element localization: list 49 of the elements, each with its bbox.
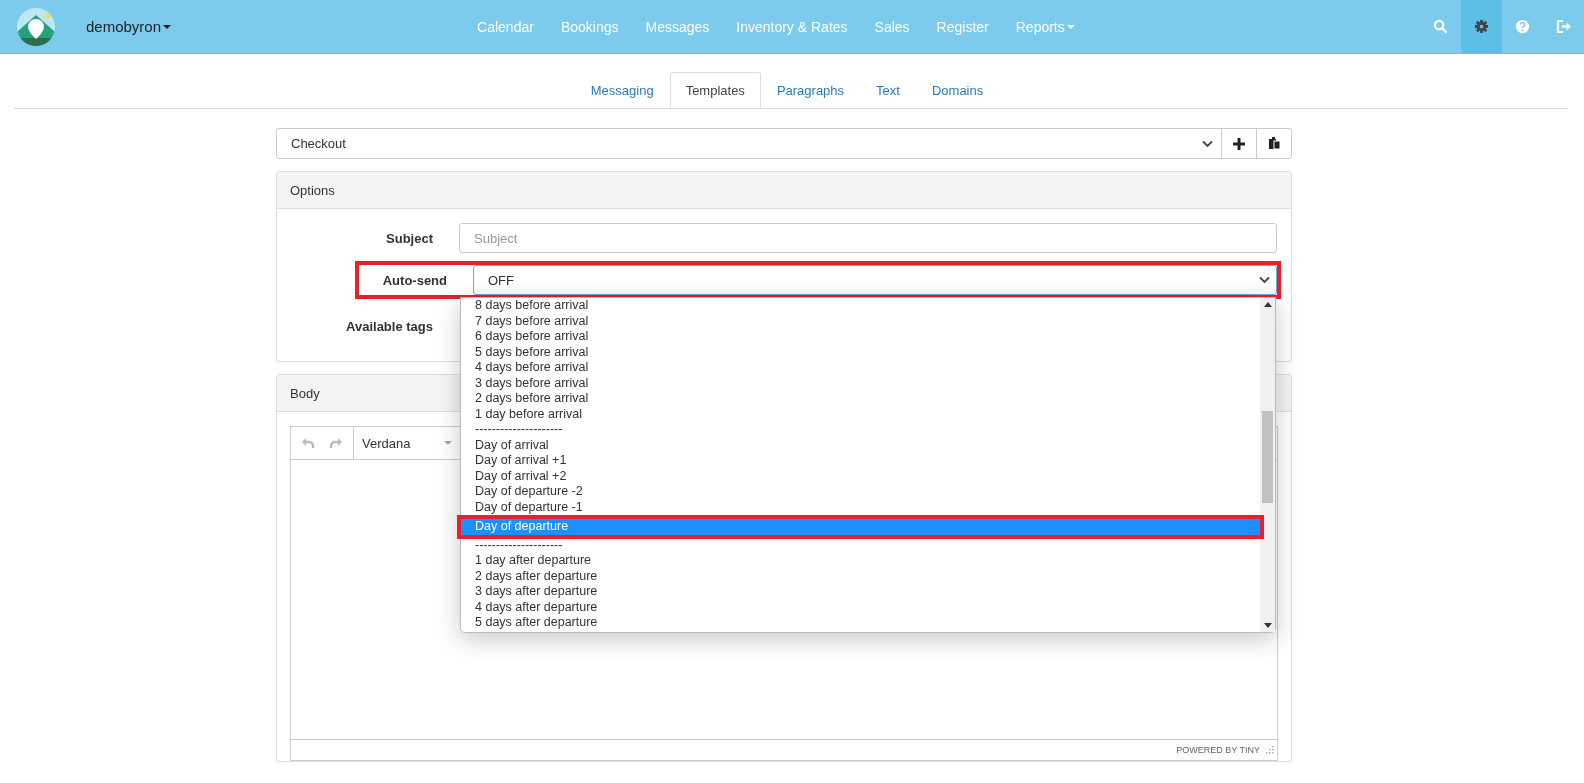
dropdown-option[interactable]: --------------------- xyxy=(461,422,1260,438)
dropdown-option[interactable]: Day of arrival +1 xyxy=(461,453,1260,469)
dropdown-option[interactable]: 4 days before arrival xyxy=(461,360,1260,376)
panel-title: Body xyxy=(290,385,320,401)
scroll-up-icon[interactable] xyxy=(1263,302,1272,307)
dropdown-option[interactable]: Day of arrival +2 xyxy=(461,468,1260,484)
tab[interactable]: Text xyxy=(860,72,916,108)
chevron-icon xyxy=(1259,276,1270,284)
dropdown-option[interactable]: 1 day after departure xyxy=(461,553,1260,569)
dropdown-option[interactable]: 1 day before arrival xyxy=(461,406,1260,422)
dropdown-option[interactable]: Day of departure -2 xyxy=(461,484,1260,500)
dropdown-option[interactable]: Day of arrival xyxy=(461,437,1260,453)
dropdown-option[interactable]: 2 days before arrival xyxy=(461,391,1260,407)
dropdown-option[interactable]: Day of departure -1 xyxy=(461,499,1260,515)
scrollbar-thumb[interactable] xyxy=(1262,411,1273,503)
dropdown-option[interactable]: 5 days before arrival xyxy=(461,344,1260,360)
tab[interactable]: Templates xyxy=(669,72,761,108)
gear-icon xyxy=(1474,19,1489,34)
scrollbar[interactable] xyxy=(1260,298,1275,632)
tab[interactable]: Messaging xyxy=(574,72,670,108)
help-icon xyxy=(1515,19,1530,34)
subject-field[interactable]: Subject xyxy=(459,223,1277,253)
dropdown-option[interactable]: 3 days before arrival xyxy=(461,375,1260,391)
auto-send-select[interactable]: OFF xyxy=(473,265,1277,295)
tab[interactable]: Paragraphs xyxy=(760,72,861,108)
dropdown-option[interactable]: --------------------- xyxy=(461,537,1260,553)
dropdown-option[interactable]: 2 days after departure xyxy=(461,568,1260,584)
account-menu[interactable]: demobyron xyxy=(86,18,172,35)
font-select[interactable]: Verdana xyxy=(354,427,458,459)
dropdown-option[interactable]: 7 days before arrival xyxy=(461,313,1260,329)
field-label: Available tags xyxy=(345,318,434,334)
dropdown-option[interactable]: 5 days after departure xyxy=(461,615,1260,631)
settings-button[interactable] xyxy=(1461,0,1502,53)
caret-icon xyxy=(1066,24,1075,29)
resize-handle-icon[interactable] xyxy=(1266,746,1274,754)
search-icon xyxy=(1433,19,1448,34)
tab[interactable]: Domains xyxy=(915,72,1000,108)
logout-icon xyxy=(1555,19,1572,34)
dropdown-option[interactable]: 8 days before arrival xyxy=(461,298,1260,314)
field-label: Subject xyxy=(385,230,434,246)
field-label: Auto-send xyxy=(381,272,448,288)
dropdown-option[interactable]: 4 days after departure xyxy=(461,599,1260,615)
scroll-down-icon[interactable] xyxy=(1263,623,1272,628)
caret-icon xyxy=(163,24,172,29)
dropdown-option[interactable]: 6 days before arrival xyxy=(461,329,1260,345)
powered-by-label: POWERED BY TINY xyxy=(1176,745,1260,755)
caret-icon xyxy=(444,441,452,445)
dropdown-option[interactable]: 3 days after departure xyxy=(461,584,1260,600)
panel-title: Options xyxy=(290,182,335,198)
